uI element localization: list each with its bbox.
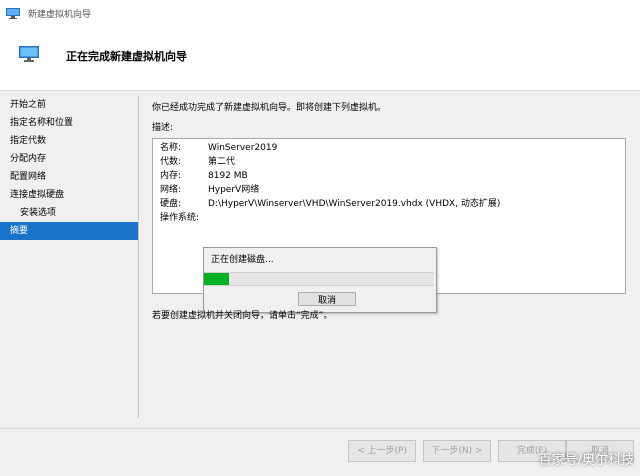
summary-key: 内存: xyxy=(160,171,182,181)
summary-key: 硬盘: xyxy=(160,199,182,209)
wizard-header: 正在完成新建虚拟机向导 xyxy=(0,26,640,91)
summary-value: HyperV网络 xyxy=(208,185,260,195)
description-box[interactable]: 名称: WinServer2019 代数: 第二代 内存: 8192 MB 网络: Hy… xyxy=(152,138,626,313)
progress-bar-fill xyxy=(204,273,230,285)
step-assign-memory[interactable]: 分配内存 xyxy=(0,150,138,168)
summary-value: WinServer2019 xyxy=(208,143,278,153)
window-title: 新建虚拟机向导 xyxy=(28,9,92,20)
next-button[interactable]: 下一步(N) > xyxy=(423,440,491,462)
progress-status-text: 正在创建磁盘... xyxy=(211,255,274,265)
summary-key: 操作系统: xyxy=(160,213,200,223)
summary-value: 8192 MB xyxy=(208,171,248,181)
summary-key: 网络: xyxy=(160,185,182,195)
step-installation-options[interactable]: 安装选项 xyxy=(0,204,138,222)
watermark: 百家号/奥尔科技 xyxy=(538,453,634,468)
hyperv-app-icon xyxy=(6,7,20,19)
progress-bar xyxy=(204,272,434,286)
summary-row: 操作系统: xyxy=(160,211,208,225)
step-name-and-location[interactable]: 指定名称和位置 xyxy=(0,114,138,132)
step-configure-networking[interactable]: 配置网络 xyxy=(0,168,138,186)
sidebar-divider xyxy=(138,96,139,418)
virtual-machine-icon xyxy=(19,46,39,62)
step-generation[interactable]: 指定代数 xyxy=(0,132,138,150)
summary-row: 硬盘: D:\HyperV\Winserver\VHD\WinServer2019… xyxy=(160,197,500,211)
finish-instruction: 若要创建虚拟机并关闭向导，请单击“完成”。 xyxy=(152,311,333,321)
summary-value: 第二代 xyxy=(208,157,236,167)
page-title: 正在完成新建虚拟机向导 xyxy=(66,50,187,63)
title-bar: 新建虚拟机向导 xyxy=(0,0,640,26)
summary-row: 网络: HyperV网络 xyxy=(160,183,259,197)
intro-text: 你已经成功完成了新建虚拟机向导。即将创建下列虚拟机。 xyxy=(152,103,387,113)
summary-value: D:\HyperV\Winserver\VHD\WinServer2019.vh… xyxy=(208,199,501,209)
dialog-cancel-button[interactable]: 取消 xyxy=(298,292,356,306)
footer-divider xyxy=(0,428,640,429)
step-connect-virtual-disk[interactable]: 连接虚拟硬盘 xyxy=(0,186,138,204)
creating-disk-dialog: 正在创建磁盘... 取消 xyxy=(203,247,437,313)
description-label: 描述: xyxy=(152,123,174,133)
summary-key: 名称: xyxy=(160,143,182,153)
summary-key: 代数: xyxy=(160,157,182,167)
summary-row: 代数: 第二代 xyxy=(160,155,235,169)
step-summary[interactable]: 摘要 xyxy=(0,222,138,240)
previous-button[interactable]: < 上一步(P) xyxy=(348,440,416,462)
wizard-steps-sidebar: 开始之前 指定名称和位置 指定代数 分配内存 配置网络 连接虚拟硬盘 安装选项 … xyxy=(0,96,138,240)
summary-row: 内存: 8192 MB xyxy=(160,169,248,183)
step-before-you-begin[interactable]: 开始之前 xyxy=(0,96,138,114)
summary-row: 名称: WinServer2019 xyxy=(160,141,277,155)
